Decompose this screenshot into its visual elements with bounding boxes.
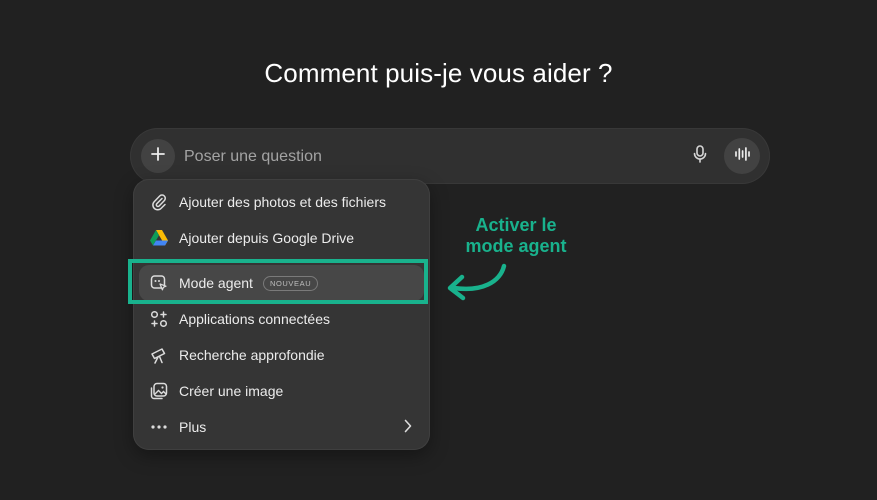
agent-mode-highlight-box bbox=[128, 259, 428, 304]
menu-item-more[interactable]: Plus bbox=[139, 409, 424, 445]
attach-menu: Ajouter des photos et des fichiers Ajout… bbox=[133, 179, 430, 450]
dictation-button[interactable] bbox=[686, 142, 714, 170]
plus-icon bbox=[150, 146, 166, 167]
menu-item-create-image[interactable]: Créer une image bbox=[139, 373, 424, 409]
annotation-line-2: mode agent bbox=[465, 236, 567, 256]
menu-item-add-files[interactable]: Ajouter des photos et des fichiers bbox=[139, 184, 424, 220]
voice-mode-button[interactable] bbox=[724, 138, 760, 174]
voice-waveform-icon bbox=[734, 146, 750, 166]
question-input[interactable] bbox=[182, 142, 666, 172]
menu-item-label: Créer une image bbox=[179, 383, 284, 399]
menu-item-deep-research[interactable]: Recherche approfondie bbox=[139, 337, 424, 373]
connected-apps-icon bbox=[149, 309, 169, 329]
menu-item-label: Ajouter depuis Google Drive bbox=[179, 230, 355, 246]
menu-item-connected-apps[interactable]: Applications connectées bbox=[139, 301, 424, 337]
image-create-icon bbox=[149, 381, 169, 401]
menu-item-label: Ajouter des photos et des fichiers bbox=[179, 194, 387, 210]
menu-item-google-drive[interactable]: Ajouter depuis Google Drive bbox=[139, 220, 424, 256]
annotation-arrow-icon bbox=[444, 262, 510, 309]
annotation-line-1: Activer le bbox=[475, 215, 557, 235]
annotation-callout: Activer le mode agent bbox=[456, 215, 576, 257]
page-title: Comment puis-je vous aider ? bbox=[264, 58, 613, 88]
more-dots-icon bbox=[149, 417, 169, 437]
menu-item-label: Plus bbox=[179, 419, 207, 435]
chat-home: Comment puis-je vous aider ? Poser une q… bbox=[0, 0, 877, 500]
prompt-composer bbox=[130, 128, 770, 184]
menu-item-label: Applications connectées bbox=[179, 311, 330, 327]
telescope-icon bbox=[149, 345, 169, 365]
paperclip-icon bbox=[149, 192, 169, 212]
chevron-right-icon bbox=[404, 419, 412, 438]
attach-button[interactable] bbox=[141, 139, 175, 173]
microphone-icon bbox=[693, 144, 707, 168]
google-drive-icon bbox=[149, 228, 169, 248]
menu-item-label: Recherche approfondie bbox=[179, 347, 325, 363]
